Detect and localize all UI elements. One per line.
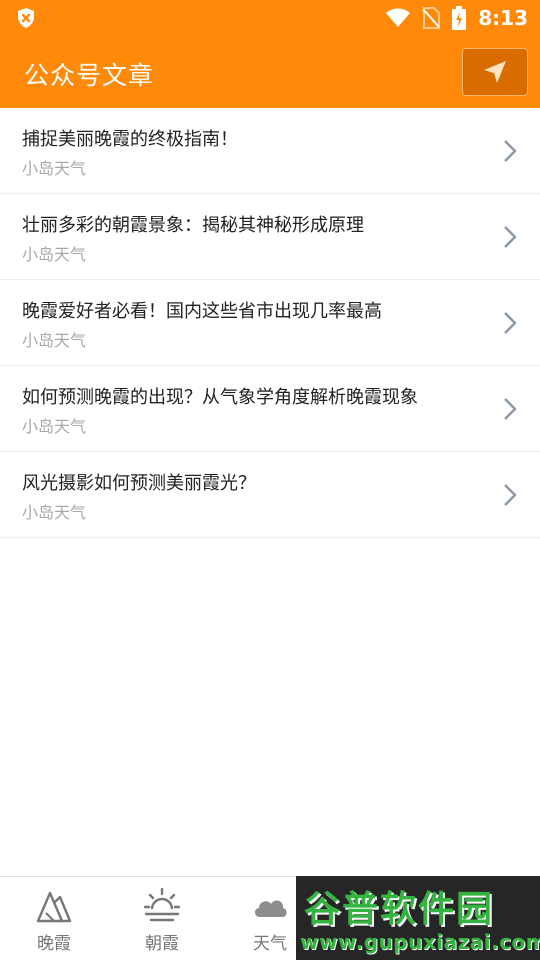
battery-charging-icon xyxy=(452,6,467,30)
chevron-right-icon xyxy=(504,484,517,506)
wifi-icon xyxy=(386,8,411,27)
article-list: 捕捉美丽晚霞的终极指南！ 小岛天气 壮丽多彩的朝霞景象：揭秘其神秘形成原理 小岛… xyxy=(0,108,540,538)
status-bar: 8:13 xyxy=(0,0,540,36)
locate-button[interactable] xyxy=(462,48,528,96)
no-sim-icon xyxy=(422,7,441,29)
chevron-right-icon xyxy=(504,398,517,420)
list-item[interactable]: 晚霞爱好者必看！国内这些省市出现几率最高 小岛天气 xyxy=(0,280,540,366)
tab-sunrise[interactable]: 朝霞 xyxy=(108,877,216,960)
article-title: 捕捉美丽晚霞的终极指南！ xyxy=(22,129,238,150)
tab-label: 晚霞 xyxy=(37,934,71,954)
tab-label: 朝霞 xyxy=(145,934,179,954)
article-title: 风光摄影如何预测美丽霞光？ xyxy=(22,473,256,494)
shield-icon xyxy=(18,8,34,28)
app-bar: 公众号文章 xyxy=(0,36,540,108)
article-source: 小岛天气 xyxy=(22,503,87,522)
article-source: 小岛天气 xyxy=(22,417,87,436)
chevron-right-icon xyxy=(504,140,517,162)
article-source: 小岛天气 xyxy=(22,331,87,350)
list-item[interactable]: 如何预测晚霞的出现？从气象学角度解析晚霞现象 小岛天气 xyxy=(0,366,540,452)
article-title: 壮丽多彩的朝霞景象：揭秘其神秘形成原理 xyxy=(22,215,364,236)
mountain-icon xyxy=(36,891,72,923)
list-item[interactable]: 捕捉美丽晚霞的终极指南！ 小岛天气 xyxy=(0,108,540,194)
article-title: 晚霞爱好者必看！国内这些省市出现几率最高 xyxy=(22,301,382,322)
article-source: 小岛天气 xyxy=(22,159,87,178)
watermark-brand: 谷普软件园 xyxy=(304,889,495,930)
article-title: 如何预测晚霞的出现？从气象学角度解析晚霞现象 xyxy=(22,387,418,408)
status-time: 8:13 xyxy=(478,6,528,30)
chevron-right-icon xyxy=(504,312,517,334)
chevron-right-icon xyxy=(504,226,517,248)
cloud-icon xyxy=(254,900,287,917)
list-item[interactable]: 风光摄影如何预测美丽霞光？ 小岛天气 xyxy=(0,452,540,538)
list-item[interactable]: 壮丽多彩的朝霞景象：揭秘其神秘形成原理 小岛天气 xyxy=(0,194,540,280)
watermark-url: www.gupuxiazai.com xyxy=(300,930,540,954)
sunrise-icon xyxy=(143,887,181,922)
watermark-logo: 谷普软件园 www.gupuxiazai.com xyxy=(296,876,540,960)
article-source: 小岛天气 xyxy=(22,245,87,264)
tab-sunset[interactable]: 晚霞 xyxy=(0,877,108,960)
navigation-arrow-icon xyxy=(484,61,506,83)
page-title: 公众号文章 xyxy=(24,61,155,90)
